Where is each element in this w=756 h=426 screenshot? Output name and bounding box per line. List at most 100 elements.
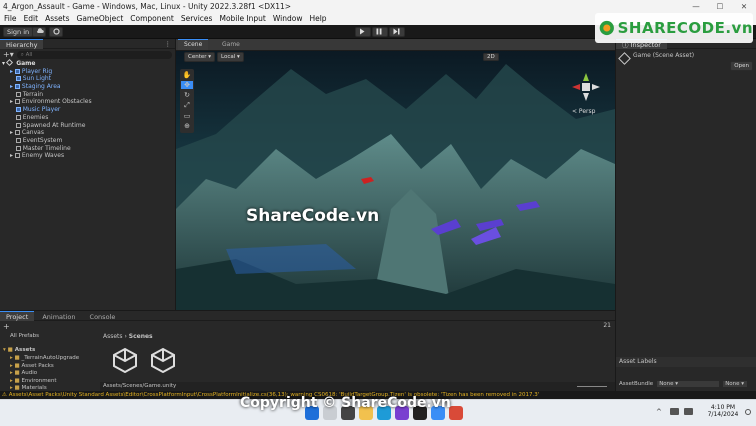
panel-menu-icon[interactable]: ⋮ — [165, 39, 172, 49]
prefab-icon — [15, 107, 21, 113]
pivot-dropdown[interactable]: Center ▾ — [184, 52, 216, 62]
rect-tool-icon[interactable]: ▭ — [184, 112, 191, 120]
chrome-icon[interactable] — [449, 406, 463, 420]
tray-overflow-icon[interactable]: ^ — [656, 408, 662, 416]
rotate-tool-icon[interactable]: ↻ — [184, 91, 190, 99]
menu-file[interactable]: File — [4, 13, 17, 25]
variant-value: None — [725, 381, 740, 387]
zoom-slider[interactable] — [577, 386, 607, 387]
bundle-dropdown[interactable]: None ▾ — [657, 381, 720, 387]
tab-console[interactable]: Console — [84, 311, 122, 321]
settings-button[interactable] — [49, 27, 63, 37]
orientation-gizmo[interactable] — [568, 69, 604, 105]
project-folder-item[interactable]: ▸ ■ Asset Packs — [0, 363, 98, 371]
project-folder-item[interactable]: ▸ ■ _TerrainAutoUpgrade — [0, 355, 98, 363]
menu-window[interactable]: Window — [273, 13, 303, 25]
window-titlebar: 4_Argon_Assault - Game - Windows, Mac, L… — [0, 0, 756, 13]
project-folder-label: Asset Packs — [21, 362, 54, 369]
hierarchy-item[interactable]: ▸ Staging Area — [2, 83, 175, 91]
clock[interactable]: 4:10 PM 7/14/2024 — [705, 404, 741, 418]
hierarchy-item[interactable]: EventSystem — [2, 137, 175, 145]
hierarchy-search-row: +▾ ⌕ All — [0, 49, 175, 60]
tree-root[interactable]: ▾ ■ Assets — [0, 346, 98, 355]
menu-gameobject[interactable]: GameObject — [77, 13, 124, 25]
tab-hierarchy[interactable]: Hierarchy — [0, 39, 44, 49]
project-folder-tree: All Prefabs ▾ ■ Assets ▸ ■ _TerrainAutoU… — [0, 332, 98, 391]
breadcrumb-root[interactable]: Assets — [103, 333, 123, 340]
menu-help[interactable]: Help — [309, 13, 326, 25]
transform-tool-icon[interactable]: ⊕ — [184, 122, 190, 130]
minimize-button[interactable]: — — [684, 0, 708, 13]
hierarchy-item[interactable]: ▸ Player Rig — [2, 68, 175, 76]
menu-mobile-input[interactable]: Mobile Input — [219, 13, 265, 25]
hierarchy-item[interactable]: Terrain — [2, 91, 175, 99]
tab-game[interactable]: Game — [216, 39, 246, 50]
gameobject-icon — [14, 99, 20, 105]
hierarchy-item[interactable]: ▸ Enemy Waves — [2, 152, 175, 160]
prefab-icon — [14, 84, 20, 90]
hierarchy-item[interactable]: ▸ Canvas — [2, 129, 175, 137]
hierarchy-item-label: Environment Obstacles — [21, 98, 92, 106]
hierarchy-item[interactable]: Enemies — [2, 114, 175, 122]
toggle-2d-button[interactable]: 2D — [483, 53, 499, 61]
network-icon[interactable] — [670, 408, 679, 415]
favorites-item[interactable]: All Prefabs — [0, 332, 98, 340]
volume-icon[interactable] — [684, 408, 693, 415]
play-button[interactable] — [355, 27, 371, 37]
animation-tab-label: Animation — [42, 313, 76, 321]
maximize-button[interactable]: ☐ — [708, 0, 732, 13]
persp-label[interactable]: < Persp — [572, 108, 595, 115]
project-folder-label: Audio — [21, 370, 38, 376]
menu-edit[interactable]: Edit — [24, 13, 39, 25]
hierarchy-item[interactable]: Master Timeline — [2, 145, 175, 153]
hierarchy-items: ▸ Player Rig Sun Light ▸ Staging Area Ter… — [2, 68, 175, 160]
menu-assets[interactable]: Assets — [45, 13, 69, 25]
breadcrumb-current[interactable]: Scenes — [129, 333, 153, 340]
cloud-button[interactable] — [32, 27, 46, 37]
asset-header: Game (Scene Asset) Open — [616, 49, 756, 71]
hierarchy-item[interactable]: Spawned At Runtime — [2, 122, 175, 130]
inspector-panel: ⓘ Inspector Game (Scene Asset) Open Asse… — [615, 39, 756, 391]
project-panel: Project Animation Console + 21 All Prefa… — [0, 310, 615, 391]
scene-view[interactable]: Scene Game Center ▾ Local ▾ 2D ✋ ✥ ↻ ⤢ ▭… — [176, 39, 615, 310]
mode-2d-label: 2D — [487, 54, 495, 60]
pause-button[interactable] — [372, 27, 388, 37]
hierarchy-item[interactable]: ▸ Environment Obstacles — [2, 98, 175, 106]
hierarchy-item[interactable]: Music Player — [2, 106, 175, 114]
hierarchy-search-input[interactable]: ⌕ All — [16, 50, 172, 59]
step-icon — [393, 28, 400, 35]
gameobject-icon — [15, 91, 21, 97]
hand-tool-icon[interactable]: ✋ — [183, 71, 192, 79]
project-folder-item[interactable]: ▸ ■ Environment — [0, 378, 98, 386]
scene-name: Game — [16, 60, 36, 67]
hierarchy-tab-label: Hierarchy — [6, 41, 38, 49]
add-object-button[interactable]: +▾ — [3, 50, 14, 59]
scene-root-row[interactable]: ▾ Game — [2, 58, 175, 68]
logo-mark-icon — [599, 20, 614, 36]
project-folder-item[interactable]: ▸ ■ Audio — [0, 370, 98, 378]
asset-labels-header[interactable]: Asset Labels — [616, 357, 756, 367]
menu-services[interactable]: Services — [181, 13, 213, 25]
close-button[interactable]: ✕ — [732, 0, 756, 13]
axis-gizmo-icon — [572, 73, 600, 101]
hierarchy-item-label: Terrain — [22, 90, 44, 98]
hierarchy-item-label: Master Timeline — [22, 144, 71, 152]
folder-icon: ▸ ■ — [10, 377, 22, 384]
open-button[interactable]: Open — [730, 61, 753, 71]
scene-asset-thumbnail[interactable] — [150, 347, 176, 373]
project-add-button[interactable]: + — [3, 322, 10, 331]
variant-dropdown[interactable]: None ▾ — [723, 381, 748, 387]
move-tool-icon[interactable]: ✥ — [181, 81, 193, 89]
sign-in-button[interactable]: Sign in — [3, 27, 34, 37]
notification-icon[interactable] — [745, 409, 751, 415]
hierarchy-item[interactable]: Sun Light — [2, 75, 175, 83]
tab-scene[interactable]: Scene — [178, 39, 209, 50]
menu-component[interactable]: Component — [130, 13, 174, 25]
watermark-text: ShareCode.vn — [246, 206, 380, 226]
step-button[interactable] — [389, 27, 405, 37]
scale-tool-icon[interactable]: ⤢ — [184, 101, 190, 110]
tab-project[interactable]: Project — [0, 311, 35, 321]
scene-asset-thumbnail[interactable] — [112, 347, 138, 373]
tab-animation[interactable]: Animation — [36, 311, 81, 321]
space-dropdown[interactable]: Local ▾ — [217, 52, 244, 62]
